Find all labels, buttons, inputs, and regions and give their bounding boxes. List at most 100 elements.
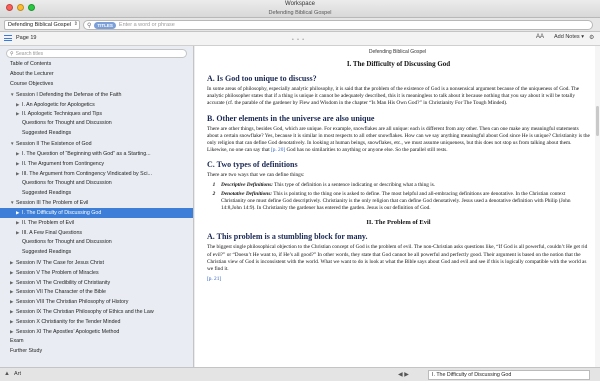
sidebar-item[interactable]: ▶ I. An Apologetic for Apologetics <box>0 100 193 110</box>
sidebar-item-label: Session VI The Credibility of Christiani… <box>16 279 111 286</box>
search-scope-pill[interactable]: TITLES <box>94 21 116 29</box>
search-icon: ⚲ <box>10 50 14 57</box>
sidebar-search-input[interactable]: ⚲ Search titles <box>6 49 187 58</box>
definition-text: This is pointing to the thing one is ask… <box>221 190 566 205</box>
document-title: Defending Biblical Gospel <box>268 10 332 16</box>
sidebar-item-label: II. The Problem of Evil <box>22 220 75 227</box>
sidebar-item[interactable]: ▶ I. The Difficulty of Discussing God <box>0 208 193 219</box>
sidebar-item[interactable]: Suggested Readings <box>0 248 193 258</box>
sidebar-item[interactable]: ▶ Session XI The Apostles’ Apologetic Met… <box>0 327 193 337</box>
sidebar-item-label: Session X Christianity for the Tender Mi… <box>16 319 121 326</box>
search-input[interactable]: ⚲ TITLES Enter a word or phrase <box>83 20 593 30</box>
sidebar-item-label: Session II The Existence of God <box>16 141 92 148</box>
sidebar-item[interactable]: Table of Contents <box>0 60 193 70</box>
reader-scrollbar[interactable] <box>595 46 600 367</box>
sidebar-item[interactable]: Questions for Thought and Discussion <box>0 119 193 129</box>
title-bar: Workspace Defending Biblical Gospel <box>0 0 600 18</box>
sidebar-item[interactable]: ▶ III. A Few Final Questions <box>0 228 193 238</box>
page-reference-link[interactable]: [p. 20] <box>271 147 285 153</box>
reader-header: Defending Biblical Gospel <box>368 49 427 55</box>
sidebar-item[interactable]: ▶ III. The Argument from Contingency Vind… <box>0 169 193 179</box>
nav-arrows[interactable]: ◀ ▶ <box>398 371 409 378</box>
search-icon: ⚲ <box>87 22 92 29</box>
sidebar-item-label: Session XI The Apostles’ Apologetic Meth… <box>16 329 120 336</box>
sidebar-item[interactable]: ▶ Session VIII The Christian Philosophy o… <box>0 297 193 307</box>
section-heading: A. This problem is a stumbling block for… <box>207 232 368 242</box>
sidebar-item[interactable]: ▶ Session IV The Case for Jesus Christ <box>0 258 193 268</box>
status-bar: ▲ Art ◀ ▶ I. The Difficulty of Discussin… <box>0 367 600 381</box>
reader-content: I. The Difficulty of Discussing God A. I… <box>207 60 590 283</box>
list-number: 1 <box>212 181 216 188</box>
window-title: Workspace <box>285 1 315 7</box>
toc-list: Table of Contents About the Lecturer Cours… <box>0 60 193 357</box>
definition-text: This type of definition is a sentence in… <box>272 181 436 188</box>
sidebar-item-label: Session VII The Character of the Bible <box>16 289 106 296</box>
sidebar-item[interactable]: ▶ II. The Argument from Contingency <box>0 159 193 169</box>
sidebar-item[interactable]: ▶ Session VII The Character of the Bible <box>0 287 193 297</box>
sidebar-item[interactable]: ▶ Session V The Problem of Miracles <box>0 268 193 278</box>
sidebar-item-label: Session V The Problem of Miracles <box>16 269 99 276</box>
page-reference-link[interactable]: [p. 21] <box>207 276 590 283</box>
chapter-heading: I. The Difficulty of Discussing God <box>346 60 451 68</box>
sidebar-item-label: I. An Apologetic for Apologetics <box>22 101 95 108</box>
sidebar-item[interactable]: ▶ I. The Question of “Beginning with God”… <box>0 149 193 159</box>
art-dropdown[interactable]: Art <box>14 371 21 377</box>
chevron-down-icon: ▾ <box>581 34 584 40</box>
sidebar-item-label: Suggested Readings <box>22 248 72 255</box>
paragraph: In some areas of philosophy, especially … <box>207 86 580 107</box>
sidebar-search-placeholder: Search titles <box>15 50 44 57</box>
paragraph: There are other things, besides God, whi… <box>207 126 590 155</box>
sidebar-item-label: Session IV The Case for Jesus Christ <box>16 259 104 266</box>
definition-item: 2 Denotative Definitions: This is pointi… <box>207 191 590 213</box>
sidebar-item-label: III. A Few Final Questions <box>22 230 83 237</box>
sidebar-item[interactable]: ▶ II. The Problem of Evil <box>0 218 193 228</box>
list-number: 2 <box>212 190 216 197</box>
sidebar-item-label: III. The Argument from Contingency Vindi… <box>22 170 152 177</box>
location-field[interactable]: I. The Difficulty of Discussing God <box>428 370 590 380</box>
sidebar-item[interactable]: Suggested Readings <box>0 189 193 199</box>
definition-term: Descriptive Definitions: <box>221 181 273 188</box>
sidebar-item[interactable]: ▶ Session VI The Credibility of Christian… <box>0 278 193 288</box>
sidebar-item[interactable]: ▶ II. Apologetic Techniques and Tips <box>0 109 193 119</box>
sidebar-item[interactable]: Questions for Thought and Discussion <box>0 238 193 248</box>
sidebar-item[interactable]: Course Objectives <box>0 80 193 90</box>
page-indicator: Page 19 <box>16 35 37 41</box>
definition-term: Denotative Definitions: <box>221 190 273 197</box>
search-placeholder: Enter a word or phrase <box>118 22 175 28</box>
scrollbar-thumb[interactable] <box>596 106 599 136</box>
sidebar-item[interactable]: ▼ Session III The Problem of Evil <box>0 198 193 208</box>
book-selector-label: Defending Biblical Gospel <box>8 22 71 28</box>
up-arrow-icon[interactable]: ▲ <box>4 371 10 377</box>
toolbar: Page 19 • • • AA Add Notes ▾ ⚙ <box>0 32 600 46</box>
sidebar-item[interactable]: About the Lecturer <box>0 70 193 80</box>
sidebar-item-label: Table of Contents <box>10 61 52 67</box>
paragraph: The biggest single philosophical objecti… <box>207 244 588 273</box>
sidebar-item[interactable]: ▶ Session X Christianity for the Tender M… <box>0 317 193 327</box>
sidebar-item-label: Session VIII The Christian Philosophy of… <box>16 299 129 306</box>
sidebar-item-label: Course Objectives <box>10 80 54 87</box>
sidebar-item-label: Questions for Thought and Discussion <box>22 120 112 127</box>
book-selector[interactable]: Defending Biblical Gospel ⇕ <box>4 20 80 30</box>
sidebar-item[interactable]: ▼ Session I Defending the Defense of the … <box>0 90 193 100</box>
sidebar-item[interactable]: ▼ Session II The Existence of God <box>0 139 193 149</box>
section-heading: B. Other elements in the universe are al… <box>207 113 375 123</box>
gear-icon[interactable]: ⚙ <box>589 34 594 41</box>
sidebar-item-label: Session III The Problem of Evil <box>16 200 89 207</box>
font-size-button[interactable]: AA <box>536 34 544 40</box>
sidebar-item[interactable]: ▶ Session IX The Christian Philosophy of … <box>0 307 193 317</box>
add-notes-label: Add Notes <box>554 34 580 40</box>
definition-text: ). In Christianity the gardener has ente… <box>252 205 431 212</box>
sidebar-item[interactable]: Exam <box>0 337 193 347</box>
add-notes-button[interactable]: Add Notes ▾ <box>554 34 584 40</box>
sidebar-item[interactable]: Questions for Thought and Discussion <box>0 179 193 189</box>
search-row: Defending Biblical Gospel ⇕ ⚲ TITLES Ent… <box>0 18 600 32</box>
sidebar-item-label: Questions for Thought and Discussion <box>22 239 112 246</box>
sidebar-item[interactable]: Further Study <box>0 347 193 357</box>
table-of-contents-icon[interactable] <box>4 35 12 43</box>
paragraph: There are two ways that we can define th… <box>207 172 305 179</box>
sidebar-item-label: Further Study <box>10 347 43 354</box>
splitter-handle[interactable]: • • • <box>292 37 305 43</box>
sidebar-item-label: I. The Question of “Beginning with God” … <box>22 151 151 158</box>
reader-pane: Defending Biblical Gospel I. The Difficu… <box>195 46 600 367</box>
sidebar-item[interactable]: Suggested Readings <box>0 129 193 139</box>
